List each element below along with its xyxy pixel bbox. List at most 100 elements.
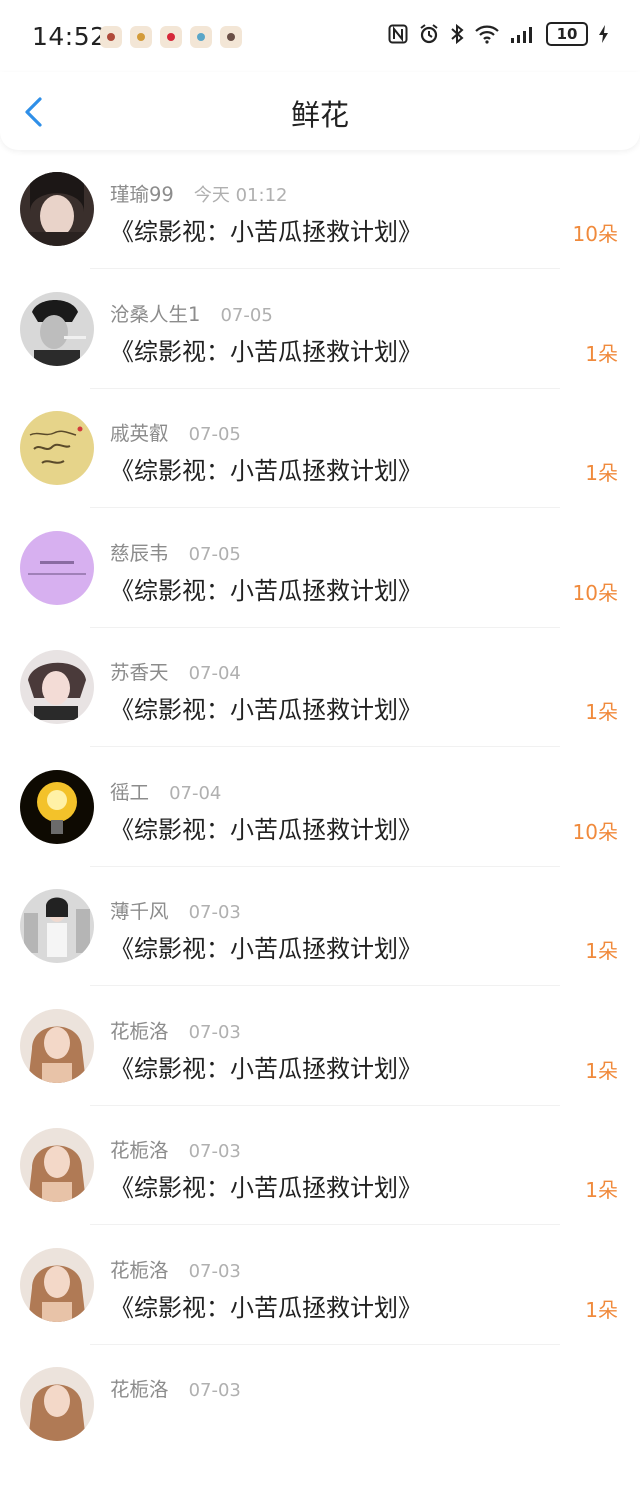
flower-count: 1朵 xyxy=(585,1178,618,1202)
page-title: 鲜花 xyxy=(290,98,349,132)
list-item[interactable]: 花栀洛 07-03 《综影视：小苦瓜拯救计划》 1朵 xyxy=(0,1128,640,1248)
timestamp: 07-03 xyxy=(188,1260,241,1282)
timestamp: 07-05 xyxy=(220,304,273,326)
divider xyxy=(90,865,560,867)
timestamp: 07-04 xyxy=(169,782,222,804)
list-item[interactable]: 花栀洛 07-03 《综影视：小苦瓜拯救计划》 1朵 xyxy=(0,1247,640,1368)
list-item[interactable]: 苏香天 07-04 《综影视：小苦瓜拯救计划》 1朵 xyxy=(0,650,640,770)
user-name[interactable]: 花栀洛 xyxy=(110,1378,169,1401)
timestamp: 07-03 xyxy=(188,902,241,923)
book-title[interactable]: 《综影视：小苦瓜拯救计划》 xyxy=(110,690,422,725)
book-title[interactable]: 《综影视：小苦瓜拯救计划》 xyxy=(110,571,422,606)
row-meta: 戚英叡 07-05 xyxy=(110,417,241,446)
flower-count: 1朵 xyxy=(585,1058,618,1083)
avatar[interactable] xyxy=(20,1247,94,1322)
book-title[interactable]: 《综影视：小苦瓜拯救计划》 xyxy=(110,1288,422,1323)
divider xyxy=(90,626,560,628)
list-item[interactable]: 沧桑人生1 07-05 《综影视：小苦瓜拯救计划》 1朵 xyxy=(0,291,640,412)
app-icon xyxy=(160,26,182,48)
user-name[interactable]: 瑾瑜99 xyxy=(110,183,174,206)
flower-count: 1朵 xyxy=(585,1297,618,1322)
user-name[interactable]: 花栀洛 xyxy=(110,1020,169,1043)
book-title[interactable]: 《综影视：小苦瓜拯救计划》 xyxy=(110,929,422,964)
charging-icon xyxy=(598,24,610,44)
app-icon xyxy=(100,26,122,48)
timestamp: 07-05 xyxy=(188,424,241,445)
row-meta: 花栀洛 07-03 xyxy=(110,1134,241,1163)
avatar[interactable] xyxy=(20,411,94,485)
app-icon xyxy=(130,26,152,48)
user-name[interactable]: 花栀洛 xyxy=(110,1259,169,1282)
status-time: 14:52 xyxy=(32,22,107,51)
user-name[interactable]: 徭工 xyxy=(110,781,149,804)
timestamp: 07-03 xyxy=(188,1021,241,1043)
book-title[interactable]: 《综影视：小苦瓜拯救计划》 xyxy=(110,810,422,845)
row-meta: 徭工 07-04 xyxy=(110,776,221,805)
timestamp: 07-05 xyxy=(188,543,241,565)
user-name[interactable]: 戚英叡 xyxy=(110,422,169,445)
flower-count: 1朵 xyxy=(585,939,618,963)
timestamp: 07-03 xyxy=(188,1141,241,1162)
alarm-icon xyxy=(418,23,440,45)
timestamp: 07-03 xyxy=(188,1380,241,1401)
row-meta: 瑾瑜99 今天 01:12 xyxy=(110,178,287,207)
user-name[interactable]: 花栀洛 xyxy=(110,1139,169,1162)
battery-indicator: 10 xyxy=(546,22,588,46)
nfc-icon xyxy=(388,24,408,44)
book-title[interactable]: 《综影视：小苦瓜拯救计划》 xyxy=(110,332,422,367)
flower-count: 1朵 xyxy=(585,700,618,724)
avatar[interactable] xyxy=(20,1128,94,1202)
list-item[interactable]: 花栀洛 07-03 xyxy=(0,1367,640,1487)
flower-count: 10朵 xyxy=(572,819,618,844)
timestamp: 今天 01:12 xyxy=(193,185,288,206)
avatar[interactable] xyxy=(20,291,94,366)
divider xyxy=(90,387,560,389)
divider xyxy=(90,1224,560,1225)
row-meta: 沧桑人生1 07-05 xyxy=(110,298,273,327)
user-name[interactable]: 慈辰韦 xyxy=(110,542,169,565)
avatar[interactable] xyxy=(20,1008,94,1083)
notification-icons xyxy=(100,26,242,48)
row-meta: 薄千风 07-03 xyxy=(110,895,241,924)
divider xyxy=(90,1104,560,1106)
list-item[interactable]: 戚英叡 07-05 《综影视：小苦瓜拯救计划》 1朵 xyxy=(0,411,640,531)
user-name[interactable]: 苏香天 xyxy=(110,661,169,684)
flower-count: 10朵 xyxy=(572,580,618,605)
flower-count: 1朵 xyxy=(585,341,618,366)
row-meta: 慈辰韦 07-05 xyxy=(110,537,241,566)
avatar[interactable] xyxy=(20,650,94,724)
avatar[interactable] xyxy=(20,1367,94,1441)
divider xyxy=(90,268,560,269)
user-name[interactable]: 薄千风 xyxy=(110,900,169,923)
avatar[interactable] xyxy=(20,769,94,844)
divider xyxy=(90,1343,560,1345)
avatar[interactable] xyxy=(20,530,94,605)
row-meta: 花栀洛 07-03 xyxy=(110,1254,241,1283)
page-header: 鲜花 xyxy=(0,72,640,150)
list-item[interactable]: 花栀洛 07-03 《综影视：小苦瓜拯救计划》 1朵 xyxy=(0,1008,640,1129)
user-name[interactable]: 沧桑人生1 xyxy=(110,303,200,326)
avatar[interactable] xyxy=(20,172,94,246)
book-title[interactable]: 《综影视：小苦瓜拯救计划》 xyxy=(110,451,422,486)
app-icon xyxy=(220,26,242,48)
list-item[interactable]: 慈辰韦 07-05 《综影视：小苦瓜拯救计划》 10朵 xyxy=(0,530,640,651)
wifi-icon xyxy=(474,23,500,45)
flower-count: 10朵 xyxy=(572,222,618,246)
book-title[interactable]: 《综影视：小苦瓜拯救计划》 xyxy=(110,1049,422,1084)
avatar[interactable] xyxy=(20,889,94,963)
list-item[interactable]: 瑾瑜99 今天 01:12 《综影视：小苦瓜拯救计划》 10朵 xyxy=(0,172,640,292)
divider xyxy=(90,746,560,747)
timestamp: 07-04 xyxy=(188,663,241,684)
row-meta: 花栀洛 07-03 xyxy=(110,1015,241,1044)
flower-list: 瑾瑜99 今天 01:12 《综影视：小苦瓜拯救计划》 10朵 沧桑人生1 07… xyxy=(0,172,640,1487)
divider xyxy=(90,507,560,508)
list-item[interactable]: 徭工 07-04 《综影视：小苦瓜拯救计划》 10朵 xyxy=(0,769,640,890)
divider xyxy=(90,985,560,986)
book-title[interactable]: 《综影视：小苦瓜拯救计划》 xyxy=(110,212,422,247)
app-icon xyxy=(190,26,212,48)
status-bar: 14:52 10 xyxy=(0,0,640,72)
list-item[interactable]: 薄千风 07-03 《综影视：小苦瓜拯救计划》 1朵 xyxy=(0,889,640,1009)
system-icons: 10 xyxy=(388,22,610,46)
book-title[interactable]: 《综影视：小苦瓜拯救计划》 xyxy=(110,1168,422,1203)
row-meta: 苏香天 07-04 xyxy=(110,656,241,685)
